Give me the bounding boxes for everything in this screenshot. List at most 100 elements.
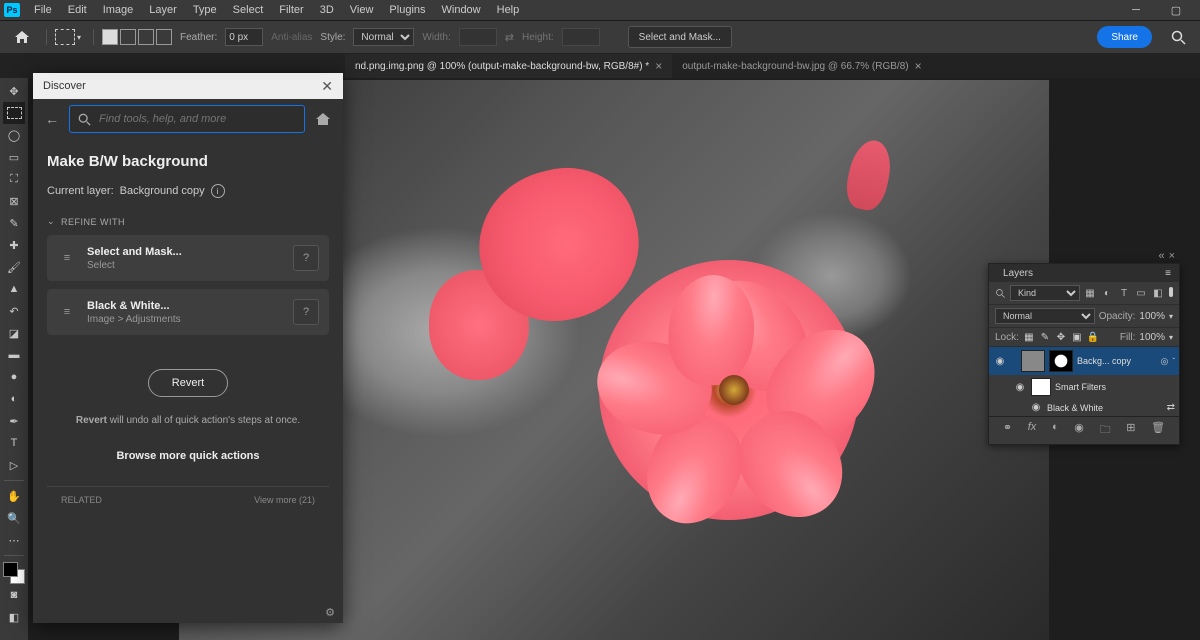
close-icon[interactable]: ×	[915, 59, 922, 73]
gradient-tool-icon[interactable]: ▬	[3, 344, 25, 366]
frame-tool-icon[interactable]: ⊠	[3, 190, 25, 212]
marquee-tool-icon[interactable]	[3, 102, 25, 124]
history-brush-tool-icon[interactable]: ↶	[3, 300, 25, 322]
selection-tool-icon[interactable]: ▭	[3, 146, 25, 168]
close-icon[interactable]: ✕	[321, 78, 333, 95]
add-selection-icon[interactable]	[120, 29, 136, 45]
hand-tool-icon[interactable]: ✋	[3, 485, 25, 507]
info-icon[interactable]: i	[211, 184, 225, 198]
opacity-value[interactable]: 100%	[1139, 311, 1165, 322]
subtract-selection-icon[interactable]	[138, 29, 154, 45]
mask-icon[interactable]: ◐	[1052, 421, 1059, 440]
zoom-tool-icon[interactable]: 🔍	[3, 507, 25, 529]
help-icon[interactable]: ?	[293, 299, 319, 325]
share-button[interactable]: Share	[1097, 26, 1152, 48]
refine-card[interactable]: ≡ Select and Mask...Select ?	[47, 235, 329, 281]
fx-icon[interactable]: fx	[1028, 421, 1037, 440]
menu-file[interactable]: File	[26, 2, 60, 18]
close-icon[interactable]: ×	[655, 59, 662, 73]
screenmode-icon[interactable]: ◧	[3, 606, 25, 628]
panel-menu-icon[interactable]: ≡	[1165, 268, 1171, 279]
filter-kind-select[interactable]: Kind	[1010, 285, 1080, 301]
visibility-icon[interactable]: ◉	[1029, 402, 1043, 413]
menu-layer[interactable]: Layer	[141, 2, 185, 18]
pen-tool-icon[interactable]: ✒	[3, 410, 25, 432]
lock-paint-icon[interactable]: ✎	[1039, 331, 1051, 343]
move-tool-icon[interactable]: ✥	[3, 80, 25, 102]
collapse-icon[interactable]: «	[1158, 250, 1164, 262]
new-selection-icon[interactable]	[102, 29, 118, 45]
chevron-down-icon[interactable]: ⌄	[47, 216, 55, 227]
type-tool-icon[interactable]: T	[3, 432, 25, 454]
browse-link[interactable]: Browse more quick actions	[47, 450, 329, 462]
maximize-icon[interactable]: ▢	[1156, 0, 1196, 20]
fill-value[interactable]: 100%	[1139, 332, 1165, 343]
menu-filter[interactable]: Filter	[271, 2, 311, 18]
menu-view[interactable]: View	[342, 2, 382, 18]
search-icon[interactable]	[1166, 26, 1190, 48]
menu-image[interactable]: Image	[95, 2, 142, 18]
smart-filter-icon[interactable]: ◧	[1152, 287, 1164, 299]
chevron-icon[interactable]: ˇ	[1172, 357, 1175, 366]
gear-icon[interactable]: ⚙	[325, 606, 335, 619]
group-icon[interactable]: 🗀	[1100, 421, 1111, 440]
lock-trans-icon[interactable]: ▦	[1023, 331, 1035, 343]
home-icon[interactable]	[315, 112, 331, 126]
trash-icon[interactable]: 🗑	[1151, 421, 1165, 440]
type-filter-icon[interactable]: T	[1118, 287, 1130, 299]
new-layer-icon[interactable]: ⊞	[1126, 421, 1135, 440]
adjustment-icon[interactable]: ◉	[1074, 421, 1084, 440]
search-input[interactable]	[69, 105, 305, 133]
link-icon[interactable]: ⚭	[1003, 421, 1012, 440]
blend-mode-select[interactable]: Normal	[995, 308, 1095, 324]
layer-row[interactable]: ◉ Smart Filters	[989, 375, 1179, 399]
foreground-swatch[interactable]	[3, 562, 18, 577]
feather-input[interactable]	[225, 28, 263, 46]
brush-tool-icon[interactable]: 🖌	[3, 256, 25, 278]
menu-type[interactable]: Type	[185, 2, 225, 18]
menu-edit[interactable]: Edit	[60, 2, 95, 18]
pixel-filter-icon[interactable]: ▦	[1084, 287, 1096, 299]
layer-row[interactable]: ◉ Black & White ⇄	[989, 399, 1179, 416]
layers-tab[interactable]: Layers	[997, 266, 1039, 281]
stamp-tool-icon[interactable]: ▲	[3, 278, 25, 300]
menu-3d[interactable]: 3D	[312, 2, 342, 18]
heal-tool-icon[interactable]: ✚	[3, 234, 25, 256]
color-swatches[interactable]	[3, 562, 25, 584]
layer-name[interactable]: Backg... copy	[1077, 356, 1156, 366]
back-icon[interactable]: ←	[45, 111, 59, 127]
adjust-filter-icon[interactable]: ◐	[1101, 287, 1113, 299]
search-field[interactable]	[97, 112, 296, 126]
close-icon[interactable]: ×	[1169, 250, 1175, 262]
lasso-tool-icon[interactable]: ◯	[3, 124, 25, 146]
layer-mask[interactable]	[1049, 350, 1073, 372]
visibility-icon[interactable]: ◉	[1013, 382, 1027, 393]
eraser-tool-icon[interactable]: ◪	[3, 322, 25, 344]
minimize-icon[interactable]: ─	[1116, 0, 1156, 20]
path-tool-icon[interactable]: ▷	[3, 454, 25, 476]
lock-all-icon[interactable]: 🔒	[1087, 331, 1099, 343]
menu-select[interactable]: Select	[225, 2, 272, 18]
intersect-selection-icon[interactable]	[156, 29, 172, 45]
help-icon[interactable]: ?	[293, 245, 319, 271]
dodge-tool-icon[interactable]: ◐	[3, 388, 25, 410]
style-select[interactable]: Normal	[353, 28, 414, 46]
document-tab[interactable]: output-make-background-bw.jpg @ 66.7% (R…	[672, 54, 931, 78]
marquee-tool-icon[interactable]	[55, 29, 75, 45]
quickmask-icon[interactable]: ◙	[3, 584, 25, 606]
eyedropper-tool-icon[interactable]: ✎	[3, 212, 25, 234]
document-tab[interactable]: nd.png.img.png @ 100% (output-make-backg…	[345, 54, 672, 78]
view-more-link[interactable]: View more (21)	[254, 495, 315, 505]
layer-row[interactable]: ◉ Backg... copy ◎ ˇ	[989, 347, 1179, 375]
refine-card[interactable]: ≡ Black & White...Image > Adjustments ?	[47, 289, 329, 335]
filter-settings-icon[interactable]: ⇄	[1167, 402, 1175, 413]
lock-nest-icon[interactable]: ▣	[1071, 331, 1083, 343]
revert-button[interactable]: Revert	[148, 369, 228, 397]
layer-thumb[interactable]	[1021, 350, 1045, 372]
menu-help[interactable]: Help	[489, 2, 528, 18]
blur-tool-icon[interactable]: ●	[3, 366, 25, 388]
menu-plugins[interactable]: Plugins	[381, 2, 433, 18]
filter-toggle-icon[interactable]	[1169, 287, 1173, 297]
select-and-mask-button[interactable]: Select and Mask...	[628, 26, 732, 48]
edit-toolbar-icon[interactable]: ⋯	[3, 529, 25, 551]
